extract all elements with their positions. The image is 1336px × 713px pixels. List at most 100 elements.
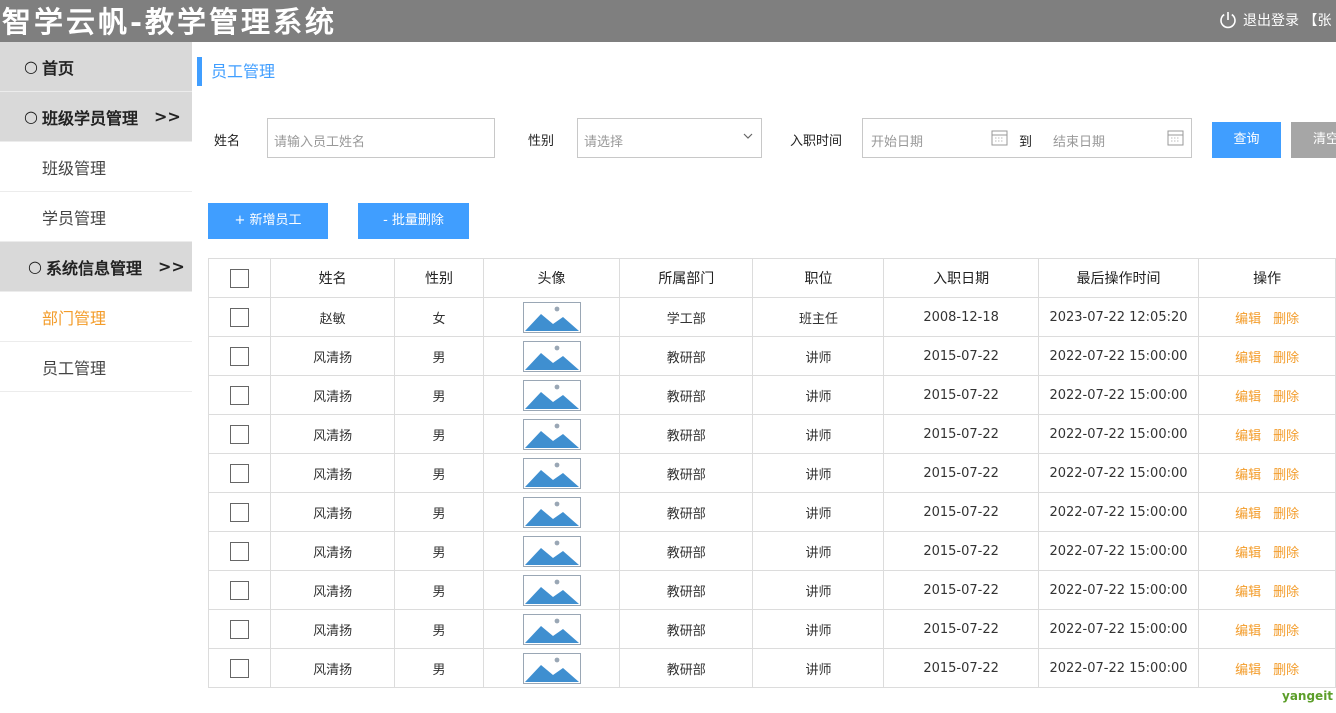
name-cell: 风清扬 bbox=[270, 492, 396, 532]
sidebar-group-system[interactable]: ○ 系统信息管理 >> bbox=[0, 242, 192, 292]
sidebar-item-employee[interactable]: 员工管理 bbox=[0, 342, 192, 392]
delete-link[interactable]: 删除 bbox=[1273, 663, 1299, 678]
operation-cell: 编辑 删除 bbox=[1198, 570, 1336, 610]
column-header: 最后操作时间 bbox=[1037, 258, 1200, 298]
edit-link[interactable]: 编辑 bbox=[1235, 468, 1261, 483]
name-cell: 风清扬 bbox=[270, 453, 396, 493]
entry-date-cell: 2015-07-22 bbox=[883, 336, 1039, 376]
table-row: 风清扬男教研部 讲师 2015-07-22 2022-07-22 15:00:00 编辑… bbox=[207, 531, 1336, 571]
page-title: 员工管理 bbox=[197, 57, 275, 86]
table-row: 风清扬男教研部 讲师 2015-07-22 2022-07-22 15:00:00 编辑… bbox=[207, 492, 1336, 532]
name-cell: 风清扬 bbox=[270, 531, 396, 571]
updated-time-cell: 2022-07-22 15:00:00 bbox=[1037, 375, 1200, 415]
edit-link[interactable]: 编辑 bbox=[1235, 507, 1261, 522]
top-header: 智学云帆-教学管理系统 退出登录 【张 bbox=[0, 0, 1336, 42]
row-checkbox[interactable] bbox=[230, 307, 250, 327]
delete-link[interactable]: 删除 bbox=[1273, 546, 1299, 561]
row-checkbox[interactable] bbox=[230, 346, 250, 366]
main-content: 员工管理 姓名 请输入员工姓名 性别 请选择 入职时间 开始日期 到 结束日期 bbox=[192, 42, 1336, 713]
delete-link[interactable]: 删除 bbox=[1273, 390, 1299, 405]
delete-link[interactable]: 删除 bbox=[1273, 624, 1299, 639]
row-checkbox[interactable] bbox=[230, 463, 250, 483]
delete-link[interactable]: 删除 bbox=[1273, 351, 1299, 366]
select-cell bbox=[207, 609, 272, 649]
row-checkbox[interactable] bbox=[230, 502, 250, 522]
operation-cell: 编辑 删除 bbox=[1198, 531, 1336, 571]
avatar-cell bbox=[482, 453, 621, 493]
column-header: 性别 bbox=[394, 258, 484, 298]
dept-cell: 教研部 bbox=[619, 609, 754, 649]
table-row: 风清扬男教研部 讲师 2015-07-22 2022-07-22 15:00:00 编辑… bbox=[207, 648, 1336, 688]
row-checkbox[interactable] bbox=[230, 541, 250, 561]
avatar-cell bbox=[482, 297, 621, 337]
sidebar-item-label: 员工管理 bbox=[42, 358, 107, 378]
updated-time-cell: 2022-07-22 15:00:00 bbox=[1037, 609, 1200, 649]
row-checkbox[interactable] bbox=[230, 385, 250, 405]
gender-select[interactable]: 请选择 bbox=[577, 118, 762, 158]
avatar-image-icon bbox=[522, 301, 581, 333]
name-placeholder: 请输入员工姓名 bbox=[274, 135, 366, 150]
dept-cell: 教研部 bbox=[619, 375, 754, 415]
gender-cell: 男 bbox=[394, 609, 484, 649]
logout-link[interactable]: 退出登录 【张 bbox=[1218, 10, 1331, 30]
edit-link[interactable]: 编辑 bbox=[1235, 546, 1261, 561]
name-cell: 风清扬 bbox=[270, 609, 396, 649]
edit-link[interactable]: 编辑 bbox=[1235, 429, 1261, 444]
edit-link[interactable]: 编辑 bbox=[1235, 624, 1261, 639]
job-cell: 讲师 bbox=[752, 375, 885, 415]
row-checkbox[interactable] bbox=[230, 619, 250, 639]
entry-date-cell: 2015-07-22 bbox=[883, 492, 1039, 532]
sidebar-group-class-student[interactable]: ○ 班级学员管理 >> bbox=[0, 92, 192, 142]
sidebar-item-dept[interactable]: 部门管理 bbox=[0, 292, 192, 342]
row-checkbox[interactable] bbox=[230, 424, 250, 444]
add-employee-button[interactable]: + 新增员工 bbox=[208, 203, 328, 239]
updated-time-cell: 2022-07-22 15:00:00 bbox=[1037, 648, 1200, 688]
operation-cell: 编辑 删除 bbox=[1198, 297, 1336, 337]
delete-link[interactable]: 删除 bbox=[1273, 312, 1299, 327]
edit-link[interactable]: 编辑 bbox=[1235, 351, 1261, 366]
job-cell: 讲师 bbox=[752, 609, 885, 649]
job-cell: 班主任 bbox=[752, 297, 885, 337]
job-cell: 讲师 bbox=[752, 414, 885, 454]
sidebar-item-home[interactable]: ○ 首页 bbox=[0, 42, 192, 92]
start-date-placeholder: 开始日期 bbox=[871, 135, 924, 150]
delete-link[interactable]: 删除 bbox=[1273, 507, 1299, 522]
calendar-icon bbox=[991, 130, 1008, 146]
clear-button[interactable]: 清空 bbox=[1291, 122, 1336, 158]
table-row: 风清扬男教研部 讲师 2015-07-22 2022-07-22 15:00:00 编辑… bbox=[207, 570, 1336, 610]
avatar-image-icon bbox=[522, 340, 581, 372]
avatar-image-icon bbox=[522, 418, 581, 450]
table-row: 风清扬男教研部 讲师 2015-07-22 2022-07-22 15:00:00 编辑… bbox=[207, 414, 1336, 454]
delete-link[interactable]: 删除 bbox=[1273, 468, 1299, 483]
avatar-cell bbox=[482, 648, 621, 688]
employee-table: 姓名 性别 头像 所属部门 职位 入职日期 最后操作时间 操作 赵敏女 学工部 班主… bbox=[207, 258, 1336, 688]
column-header: 所属部门 bbox=[619, 258, 754, 298]
sidebar-item-label: 系统信息管理 bbox=[45, 258, 142, 278]
entry-date-cell: 2015-07-22 bbox=[883, 414, 1039, 454]
select-cell bbox=[207, 414, 272, 454]
entry-date-cell: 2015-07-22 bbox=[883, 531, 1039, 571]
delete-link[interactable]: 删除 bbox=[1273, 429, 1299, 444]
query-button[interactable]: 查询 bbox=[1212, 122, 1281, 158]
calendar-icon bbox=[1167, 130, 1184, 146]
avatar-cell bbox=[482, 414, 621, 454]
row-checkbox[interactable] bbox=[230, 658, 250, 678]
edit-link[interactable]: 编辑 bbox=[1235, 390, 1261, 405]
gender-cell: 男 bbox=[394, 336, 484, 376]
avatar-image-icon bbox=[522, 457, 581, 489]
edit-link[interactable]: 编辑 bbox=[1235, 663, 1261, 678]
date-range-picker[interactable]: 开始日期 到 结束日期 bbox=[862, 118, 1192, 158]
batch-delete-button[interactable]: - 批量删除 bbox=[358, 203, 469, 239]
sidebar-item-class[interactable]: 班级管理 bbox=[0, 142, 192, 192]
name-cell: 赵敏 bbox=[270, 297, 396, 337]
gender-cell: 男 bbox=[394, 492, 484, 532]
select-all-checkbox[interactable] bbox=[230, 268, 250, 288]
select-cell bbox=[207, 531, 272, 571]
edit-link[interactable]: 编辑 bbox=[1235, 312, 1261, 327]
sidebar-item-student[interactable]: 学员管理 bbox=[0, 192, 192, 242]
gender-cell: 女 bbox=[394, 297, 484, 337]
delete-link[interactable]: 删除 bbox=[1273, 585, 1299, 600]
row-checkbox[interactable] bbox=[230, 580, 250, 600]
edit-link[interactable]: 编辑 bbox=[1235, 585, 1261, 600]
name-input[interactable]: 请输入员工姓名 bbox=[267, 118, 495, 158]
